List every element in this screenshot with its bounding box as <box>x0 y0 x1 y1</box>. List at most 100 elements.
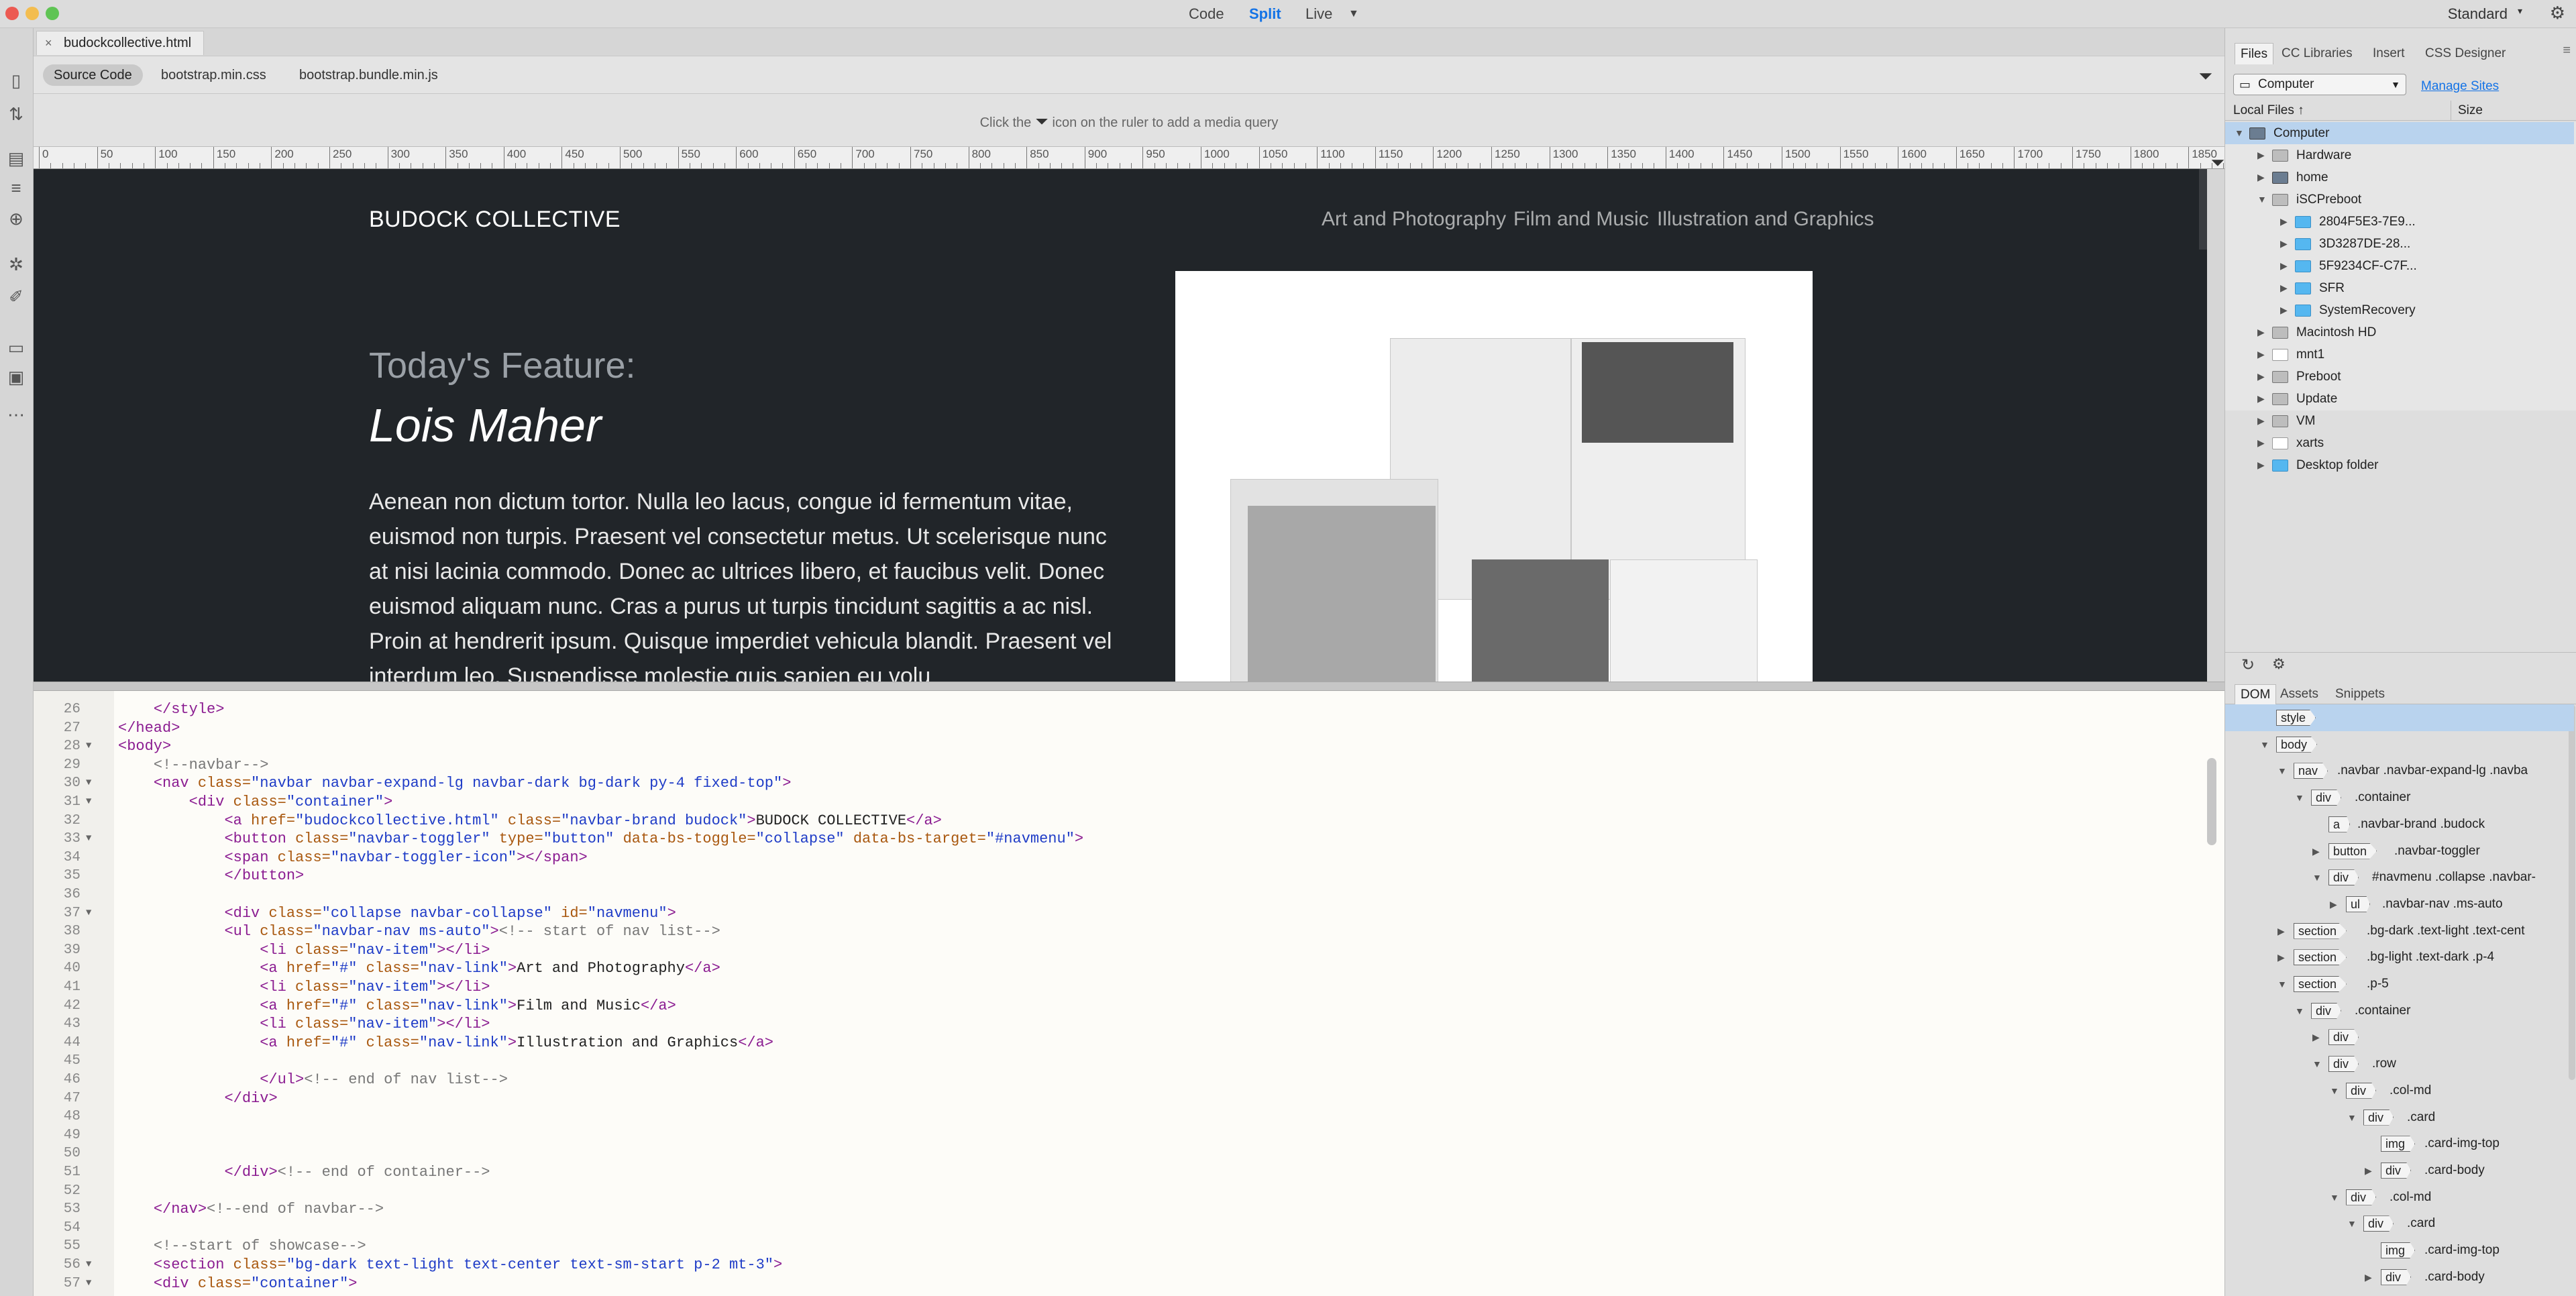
chevron-down-icon[interactable]: ▼ <box>2312 1050 2322 1077</box>
chevron-right-icon[interactable]: ▶ <box>2280 211 2288 233</box>
chevron-down-icon[interactable]: ▼ <box>2295 784 2304 811</box>
dom-tag[interactable]: div <box>2311 1002 2342 1019</box>
file-tree-item[interactable]: ▶ 3D3287DE-28... <box>2225 233 2574 255</box>
code-text[interactable]: <!--navbar--> <box>118 756 269 775</box>
code-text[interactable]: </head> <box>118 719 180 738</box>
fold-arrow-icon[interactable]: ▼ <box>86 830 91 849</box>
dom-tag[interactable]: div <box>2381 1268 2412 1285</box>
code-text[interactable]: <a href="#" class="nav-link">Illustratio… <box>118 1034 773 1052</box>
file-tree-item[interactable]: ▶ xarts <box>2225 432 2574 454</box>
close-window-button[interactable] <box>5 7 19 20</box>
code-line[interactable]: 34 <span class="navbar-toggler-icon"></s… <box>34 849 2180 867</box>
dom-tag[interactable]: div <box>2363 1216 2394 1232</box>
split-view-divider[interactable] <box>34 682 2224 691</box>
dom-tag[interactable]: ul <box>2346 896 2371 912</box>
file-tree-item[interactable]: ▼ Computer <box>2225 122 2574 144</box>
chevron-down-icon[interactable]: ▼ <box>2312 864 2322 891</box>
code-line[interactable]: 53 </nav><!--end of navbar--> <box>34 1200 2180 1219</box>
document-tab[interactable]: × budockcollective.html <box>36 31 204 55</box>
inspect-icon[interactable]: ⊕ <box>5 208 27 229</box>
code-line[interactable]: 33 ▼ <button class="navbar-toggler" type=… <box>34 830 2180 849</box>
code-text[interactable]: <span class="navbar-toggler-icon"></span… <box>118 849 587 867</box>
dom-tag[interactable]: div <box>2346 1082 2377 1099</box>
dom-node[interactable]: ▼ div .container <box>2225 784 2574 811</box>
code-line[interactable]: 48 <box>34 1108 2180 1126</box>
chevron-down-icon[interactable]: ▼ <box>2277 971 2287 997</box>
code-line[interactable]: 44 <a href="#" class="nav-link">Illustra… <box>34 1034 2180 1052</box>
dom-node[interactable]: ▶ section .bg-light .text-dark .p-4 <box>2225 944 2574 971</box>
dom-node[interactable]: ▶ section .bg-dark .text-light .text-cent <box>2225 918 2574 944</box>
code-line[interactable]: 27 </head> <box>34 719 2180 738</box>
dom-node[interactable]: img .card-img-top <box>2225 1130 2574 1157</box>
code-line[interactable]: 28 ▼ <body> <box>34 737 2180 756</box>
dom-tag[interactable]: section <box>2294 922 2347 939</box>
refresh-icon[interactable]: ↻ <box>2241 655 2255 675</box>
chevron-right-icon[interactable]: ▶ <box>2312 838 2320 865</box>
tab-insert[interactable]: Insert <box>2367 43 2410 64</box>
file-management-icon[interactable]: ⇅ <box>5 103 27 125</box>
code-line[interactable]: 43 <li class="nav-item"></li> <box>34 1015 2180 1034</box>
preview-nav-link-illustration[interactable]: Illustration and Graphics <box>1657 208 1874 231</box>
dom-node[interactable]: ▶ div <box>2225 1024 2574 1050</box>
chevron-right-icon[interactable]: ▶ <box>2280 277 2288 299</box>
preview-nav-link-film[interactable]: Film and Music <box>1513 208 1649 231</box>
file-tree-item[interactable]: ▶ 2804F5E3-7E9... <box>2225 211 2574 233</box>
fold-arrow-icon[interactable]: ▼ <box>86 774 91 793</box>
code-text[interactable]: <li class="nav-item"></li> <box>118 1015 490 1034</box>
code-line[interactable]: 50 <box>34 1144 2180 1163</box>
ruler-end-marker-icon[interactable]: ⏷ <box>2210 152 2224 168</box>
related-file-bootstrap-js[interactable]: bootstrap.bundle.min.js <box>288 64 449 86</box>
wrap-tag-icon[interactable]: ✲ <box>5 254 27 275</box>
chevron-right-icon[interactable]: ▶ <box>2257 410 2265 432</box>
file-tree-item[interactable]: ▶ VM <box>2225 410 2574 432</box>
dom-node[interactable]: style <box>2225 704 2574 731</box>
comment-icon[interactable]: ▭ <box>5 337 27 358</box>
chevron-right-icon[interactable]: ▶ <box>2257 343 2265 366</box>
code-text[interactable]: <div class="collapse navbar-collapse" id… <box>118 904 676 923</box>
gear-icon[interactable]: ⚙ <box>2550 3 2565 23</box>
filter-icon[interactable]: ⏷ <box>2198 66 2212 87</box>
code-text[interactable]: </ul><!-- end of nav list--> <box>118 1071 508 1089</box>
code-line[interactable]: 41 <li class="nav-item"></li> <box>34 978 2180 997</box>
dom-tag[interactable]: section <box>2294 976 2347 992</box>
code-text[interactable]: <a href="budockcollective.html" class="n… <box>118 812 941 830</box>
code-line[interactable]: 36 <box>34 885 2180 904</box>
dom-tag[interactable]: div <box>2346 1189 2377 1205</box>
dom-node[interactable]: ▶ div .card-body <box>2225 1264 2574 1291</box>
dom-tag[interactable]: div <box>2311 790 2342 806</box>
tab-snippets[interactable]: Snippets <box>2330 684 2390 704</box>
preview-navbar-brand[interactable]: BUDOCK COLLECTIVE <box>369 207 621 233</box>
code-line[interactable]: 40 <a href="#" class="nav-link">Art and … <box>34 959 2180 978</box>
visual-media-queries-bar[interactable]: Click the ⏷ icon on the ruler to add a med… <box>34 94 2224 150</box>
related-file-bootstrap-css[interactable]: bootstrap.min.css <box>150 64 277 86</box>
code-line[interactable]: 35 </button> <box>34 867 2180 885</box>
chevron-right-icon[interactable]: ▶ <box>2257 166 2265 188</box>
file-tree-item[interactable]: ▶ home <box>2225 166 2574 188</box>
code-line[interactable]: 29 <!--navbar--> <box>34 756 2180 775</box>
chevron-right-icon[interactable]: ▶ <box>2277 944 2285 971</box>
dom-node[interactable]: ▼ div .row <box>2225 1050 2574 1077</box>
fold-arrow-icon[interactable]: ▼ <box>86 904 91 923</box>
code-line[interactable]: 56 ▼ <section class="bg-dark text-light t… <box>34 1256 2180 1275</box>
code-text[interactable]: <!--start of showcase--> <box>118 1237 366 1256</box>
code-scrollbar[interactable] <box>2207 758 2216 845</box>
chevron-down-icon[interactable]: ▼ <box>2257 188 2267 211</box>
dom-node[interactable]: ▼ div #navmenu .collapse .navbar- <box>2225 864 2574 891</box>
code-line[interactable]: 52 <box>34 1182 2180 1201</box>
code-text[interactable]: <ul class="navbar-nav ms-auto"><!-- star… <box>118 922 720 941</box>
chevron-down-icon[interactable]: ▼ <box>2330 1184 2339 1211</box>
code-line[interactable]: 51 </div><!-- end of container--> <box>34 1163 2180 1182</box>
code-text[interactable]: <section class="bg-dark text-light text-… <box>118 1256 782 1275</box>
dom-node[interactable]: ▼ div .col-md <box>2225 1184 2574 1211</box>
code-line[interactable]: 32 <a href="budockcollective.html" class… <box>34 812 2180 830</box>
code-line[interactable]: 57 ▼ <div class="container"> <box>34 1275 2180 1293</box>
dom-tag[interactable]: div <box>2381 1162 2412 1179</box>
chevron-down-icon[interactable]: ▼ <box>2347 1210 2357 1237</box>
dom-tag[interactable]: button <box>2328 843 2377 859</box>
file-tree-item[interactable]: ▶ Hardware <box>2225 144 2574 166</box>
open-documents-icon[interactable]: ▯ <box>5 70 27 91</box>
dom-tag[interactable]: div <box>2328 1056 2359 1073</box>
tab-dom[interactable]: DOM <box>2235 684 2277 704</box>
live-code-icon[interactable]: ▤ <box>5 148 27 169</box>
dom-tag[interactable]: div <box>2363 1109 2394 1126</box>
